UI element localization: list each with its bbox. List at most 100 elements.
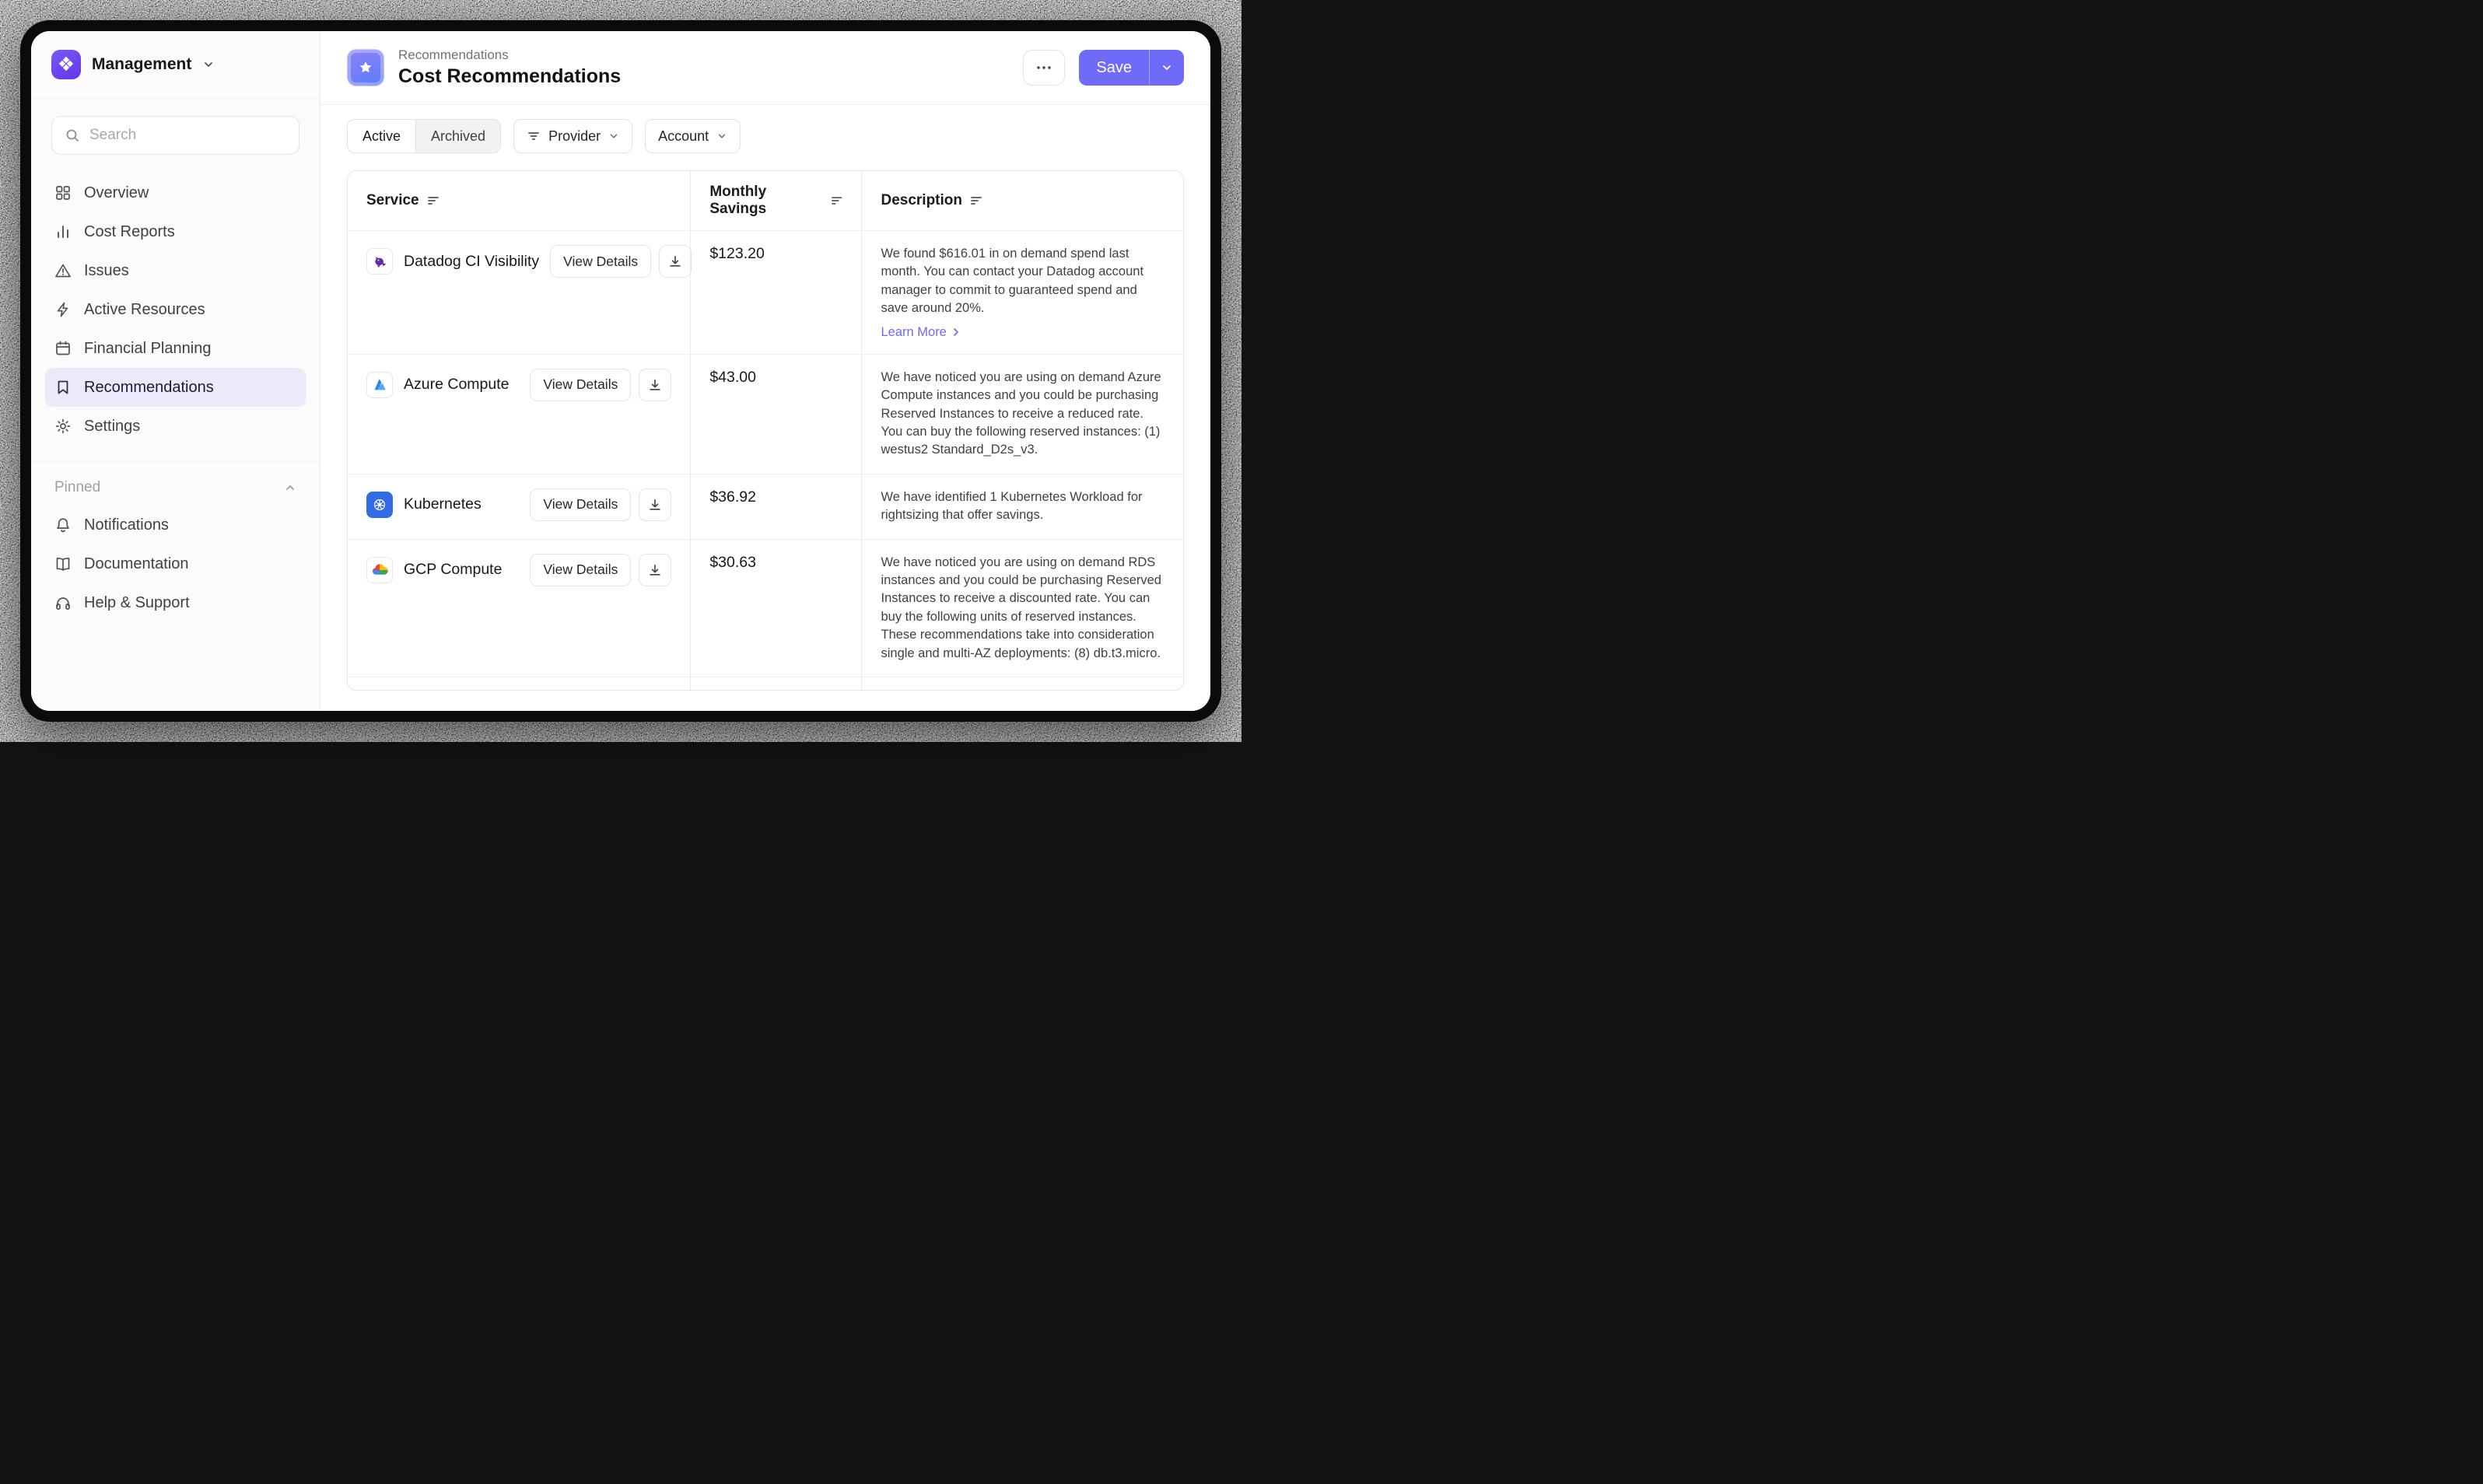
account-filter-button[interactable]: Account xyxy=(645,119,741,153)
save-split-button: Save xyxy=(1079,50,1184,86)
book-icon xyxy=(54,555,72,572)
datadog-icon xyxy=(366,248,393,275)
sidebar-item-financial-planning[interactable]: Financial Planning xyxy=(45,329,306,368)
chevron-down-icon xyxy=(608,131,619,142)
download-icon xyxy=(668,254,682,268)
provider-filter-label: Provider xyxy=(548,128,601,145)
learn-more-link[interactable]: Learn More xyxy=(881,325,960,340)
sidebar-item-documentation[interactable]: Documentation xyxy=(45,544,306,583)
kubernetes-icon xyxy=(366,492,393,518)
service-name: Datadog CI Visibility xyxy=(404,253,539,271)
download-button[interactable] xyxy=(639,554,671,586)
savings-cell: $123.20 xyxy=(690,231,861,354)
description-text: We found $616.01 in on demand spend last… xyxy=(881,245,1164,318)
sidebar-item-label: Overview xyxy=(84,184,149,202)
alert-triangle-icon xyxy=(54,262,72,279)
filter-bar: Active Archived Provider Account xyxy=(320,105,1210,169)
description-cell: We found $616.01 in on demand spend last… xyxy=(861,231,1182,354)
download-button[interactable] xyxy=(639,488,671,521)
recommendations-table: Service Monthly Savings Description xyxy=(347,170,1184,691)
download-icon xyxy=(648,563,662,577)
filter-lines-icon xyxy=(527,130,541,142)
description-text: We have noticed you are using on demand … xyxy=(881,554,1164,663)
bell-icon xyxy=(54,516,72,534)
download-button[interactable] xyxy=(639,369,671,401)
status-segmented-control: Active Archived xyxy=(347,119,501,153)
sidebar-item-label: Documentation xyxy=(84,555,189,573)
view-details-button[interactable]: View Details xyxy=(530,369,631,401)
view-details-button[interactable]: View Details xyxy=(530,554,631,586)
recommendations-star-icon xyxy=(347,49,384,86)
bar-chart-icon xyxy=(54,223,72,240)
sidebar-item-overview[interactable]: Overview xyxy=(45,173,306,212)
savings-cell: $28.64 xyxy=(690,677,861,691)
page-header: Recommendations Cost Recommendations Sav… xyxy=(320,31,1210,105)
chevron-up-icon[interactable] xyxy=(284,481,296,494)
grid-icon xyxy=(54,184,72,201)
sidebar-item-help-support[interactable]: Help & Support xyxy=(45,583,306,622)
sidebar-item-recommendations[interactable]: Recommendations xyxy=(45,368,306,407)
headphones-icon xyxy=(54,594,72,611)
page-title-block: Recommendations Cost Recommendations xyxy=(398,47,621,88)
chevron-down-icon xyxy=(202,58,215,71)
column-header-description[interactable]: Description xyxy=(861,171,1182,230)
sidebar-item-notifications[interactable]: Notifications xyxy=(45,506,306,544)
workspace-logo-icon: ❖ xyxy=(51,50,81,79)
sidebar-item-settings[interactable]: Settings xyxy=(45,407,306,446)
chevron-right-icon xyxy=(951,327,961,337)
column-header-savings[interactable]: Monthly Savings xyxy=(690,171,861,230)
more-options-button[interactable] xyxy=(1023,50,1065,86)
sidebar-item-active-resources[interactable]: Active Resources xyxy=(45,290,306,329)
table-row: Azure Compute View Details $43.00 We hav… xyxy=(348,354,1183,474)
sidebar-nav: Overview Cost Reports Issues Active Reso… xyxy=(31,163,320,449)
tab-archived[interactable]: Archived xyxy=(415,120,500,152)
service-cell: Datadog CI Visibility View Details xyxy=(348,231,690,354)
search-input[interactable] xyxy=(89,127,286,144)
save-button[interactable]: Save xyxy=(1079,50,1149,86)
calendar-icon xyxy=(54,340,72,357)
sidebar-item-label: Help & Support xyxy=(84,594,190,612)
service-cell: aws AWS RDS View Details xyxy=(348,677,690,691)
savings-cell: $36.92 xyxy=(690,474,861,539)
sidebar-item-issues[interactable]: Issues xyxy=(45,251,306,290)
sidebar-item-label: Notifications xyxy=(84,516,169,534)
pinned-section: Pinned Notifications Documentation Help … xyxy=(31,461,320,625)
pinned-label: Pinned xyxy=(54,479,100,496)
savings-cell: $30.63 xyxy=(690,540,861,677)
workspace-switcher[interactable]: ❖ Management xyxy=(31,31,320,99)
service-name: Azure Compute xyxy=(404,376,509,394)
table-header-row: Service Monthly Savings Description xyxy=(348,171,1183,230)
table-row: aws AWS RDS View Details $28.64 These S3 xyxy=(348,677,1183,691)
ellipsis-icon xyxy=(1035,65,1052,70)
sidebar-item-label: Active Resources xyxy=(84,301,205,319)
provider-filter-button[interactable]: Provider xyxy=(513,119,632,153)
view-details-button[interactable]: View Details xyxy=(550,245,651,278)
gcp-icon xyxy=(366,557,393,583)
chevron-down-icon xyxy=(716,131,727,142)
window-frame: ❖ Management Overview Cost Reports Issue… xyxy=(20,20,1221,722)
sidebar-item-label: Cost Reports xyxy=(84,223,175,241)
sidebar-item-cost-reports[interactable]: Cost Reports xyxy=(45,212,306,251)
app-window: ❖ Management Overview Cost Reports Issue… xyxy=(31,31,1210,711)
sort-icon[interactable] xyxy=(427,195,440,206)
download-button[interactable] xyxy=(659,245,692,278)
tab-active[interactable]: Active xyxy=(348,120,415,152)
description-cell: We have noticed you are using on demand … xyxy=(861,540,1182,677)
service-cell: Kubernetes View Details xyxy=(348,474,690,539)
table-row: Datadog CI Visibility View Details $123.… xyxy=(348,230,1183,354)
sort-icon[interactable] xyxy=(970,195,982,206)
description-cell: We have identified 1 Kubernetes Workload… xyxy=(861,474,1182,539)
sidebar-item-label: Issues xyxy=(84,262,129,280)
sort-icon[interactable] xyxy=(831,195,842,206)
azure-icon xyxy=(366,372,393,398)
workspace-name: Management xyxy=(92,55,191,74)
column-header-service[interactable]: Service xyxy=(348,171,690,230)
main-content: Recommendations Cost Recommendations Sav… xyxy=(320,31,1210,711)
service-cell: GCP Compute View Details xyxy=(348,540,690,677)
view-details-button[interactable]: View Details xyxy=(530,488,631,521)
description-cell: These S3 Buckets only contain objects wh… xyxy=(861,677,1182,691)
save-dropdown-button[interactable] xyxy=(1150,50,1184,86)
service-cell: Azure Compute View Details xyxy=(348,355,690,474)
description-cell: We have noticed you are using on demand … xyxy=(861,355,1182,474)
download-icon xyxy=(648,378,662,392)
